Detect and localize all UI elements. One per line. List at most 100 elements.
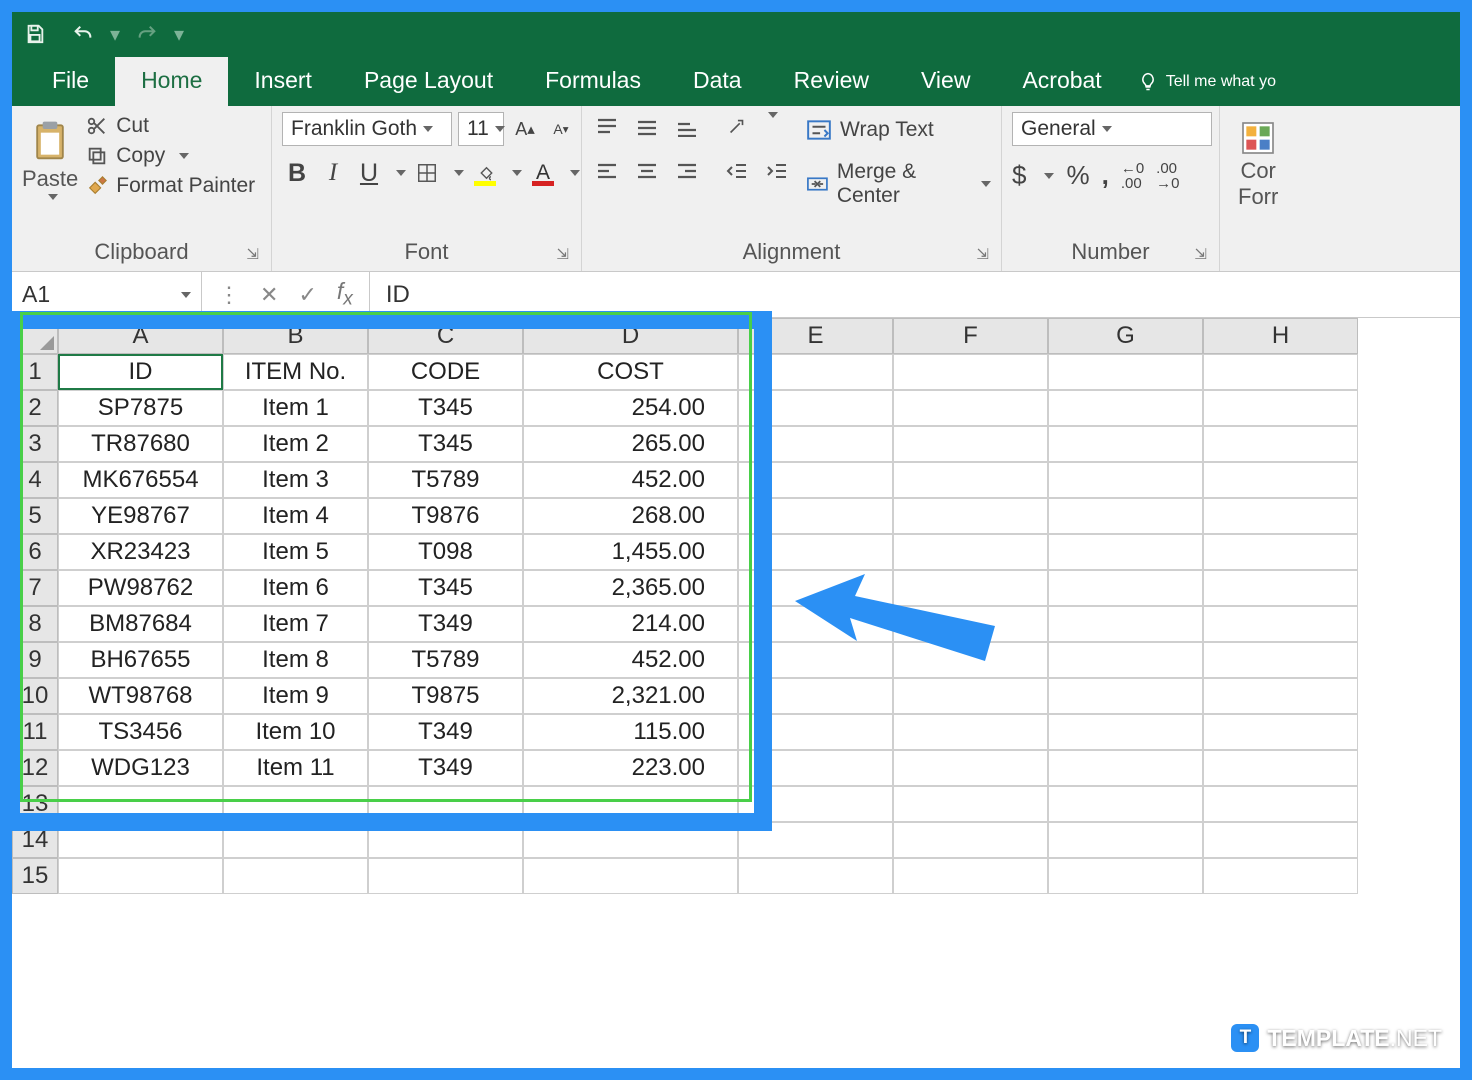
cell-C3[interactable]: T345 [368, 426, 523, 462]
cell-B10[interactable]: Item 9 [223, 678, 368, 714]
cell-H5[interactable] [1203, 498, 1358, 534]
orientation-button[interactable] [722, 112, 752, 142]
cell-H7[interactable] [1203, 570, 1358, 606]
cell-D9[interactable]: 452.00 [523, 642, 738, 678]
cell-H12[interactable] [1203, 750, 1358, 786]
borders-button[interactable] [412, 158, 442, 188]
column-header-F[interactable]: F [893, 318, 1048, 354]
cell-C8[interactable]: T349 [368, 606, 523, 642]
cell-C1[interactable]: CODE [368, 354, 523, 390]
cell-C7[interactable]: T345 [368, 570, 523, 606]
cell-G13[interactable] [1048, 786, 1203, 822]
cancel-formula-icon[interactable]: ✕ [260, 282, 278, 308]
cell-C6[interactable]: T098 [368, 534, 523, 570]
cell-G11[interactable] [1048, 714, 1203, 750]
cell-H4[interactable] [1203, 462, 1358, 498]
row-header-6[interactable]: 6 [12, 534, 58, 570]
cell-A5[interactable]: YE98767 [58, 498, 223, 534]
font-size-dropdown[interactable]: 11 [458, 112, 504, 146]
cell-C10[interactable]: T9875 [368, 678, 523, 714]
align-top-icon[interactable] [592, 112, 622, 142]
cell-B9[interactable]: Item 8 [223, 642, 368, 678]
chevron-down-icon[interactable] [396, 170, 406, 176]
cell-D14[interactable] [523, 822, 738, 858]
cell-D10[interactable]: 2,321.00 [523, 678, 738, 714]
dialog-launcher-icon[interactable]: ⇲ [246, 245, 259, 263]
undo-icon[interactable] [70, 21, 96, 47]
cell-H14[interactable] [1203, 822, 1358, 858]
redo-icon[interactable] [134, 21, 160, 47]
cell-G7[interactable] [1048, 570, 1203, 606]
format-painter-button[interactable]: Format Painter [86, 174, 255, 198]
qat-dropdown[interactable]: ▾ [174, 22, 184, 47]
paste-button[interactable]: Paste [22, 112, 86, 233]
tab-review[interactable]: Review [768, 57, 895, 106]
increase-decimal-button[interactable]: ←0.00 [1121, 161, 1144, 191]
tab-view[interactable]: View [895, 57, 996, 106]
cell-F11[interactable] [893, 714, 1048, 750]
cell-F1[interactable] [893, 354, 1048, 390]
column-header-G[interactable]: G [1048, 318, 1203, 354]
number-format-dropdown[interactable]: General [1012, 112, 1212, 146]
accept-formula-icon[interactable]: ✓ [298, 282, 316, 308]
cell-F3[interactable] [893, 426, 1048, 462]
cell-G14[interactable] [1048, 822, 1203, 858]
tab-data[interactable]: Data [667, 57, 768, 106]
align-middle-icon[interactable] [632, 112, 662, 142]
font-color-button[interactable]: A [528, 158, 558, 188]
cell-H2[interactable] [1203, 390, 1358, 426]
row-header-1[interactable]: 1 [12, 354, 58, 390]
cell-E14[interactable] [738, 822, 893, 858]
cell-C9[interactable]: T5789 [368, 642, 523, 678]
row-header-14[interactable]: 14 [12, 822, 58, 858]
cell-D5[interactable]: 268.00 [523, 498, 738, 534]
cell-G2[interactable] [1048, 390, 1203, 426]
italic-button[interactable]: I [318, 158, 348, 188]
cell-B14[interactable] [223, 822, 368, 858]
bold-button[interactable]: B [282, 158, 312, 188]
column-header-B[interactable]: B [223, 318, 368, 354]
cell-E1[interactable] [738, 354, 893, 390]
cell-E12[interactable] [738, 750, 893, 786]
chevron-down-icon[interactable] [512, 170, 522, 176]
cell-F4[interactable] [893, 462, 1048, 498]
name-box[interactable]: A1 [12, 272, 202, 317]
tab-acrobat[interactable]: Acrobat [996, 57, 1127, 106]
font-name-dropdown[interactable]: Franklin Goth [282, 112, 452, 146]
decrease-indent-icon[interactable] [722, 156, 752, 186]
cell-B13[interactable] [223, 786, 368, 822]
cell-D15[interactable] [523, 858, 738, 894]
row-header-3[interactable]: 3 [12, 426, 58, 462]
decrease-font-icon[interactable]: A▾ [546, 114, 576, 144]
cell-H1[interactable] [1203, 354, 1358, 390]
dialog-launcher-icon[interactable]: ⇲ [976, 245, 989, 263]
cell-C13[interactable] [368, 786, 523, 822]
cell-H9[interactable] [1203, 642, 1358, 678]
dialog-launcher-icon[interactable]: ⇲ [1194, 245, 1207, 263]
cell-F13[interactable] [893, 786, 1048, 822]
cell-D2[interactable]: 254.00 [523, 390, 738, 426]
align-right-icon[interactable] [672, 156, 702, 186]
chevron-down-icon[interactable] [1044, 173, 1054, 179]
cell-F5[interactable] [893, 498, 1048, 534]
row-header-15[interactable]: 15 [12, 858, 58, 894]
cell-E13[interactable] [738, 786, 893, 822]
cell-B1[interactable]: ITEM No. [223, 354, 368, 390]
cell-E10[interactable] [738, 678, 893, 714]
cell-G5[interactable] [1048, 498, 1203, 534]
cell-E15[interactable] [738, 858, 893, 894]
cell-B5[interactable]: Item 4 [223, 498, 368, 534]
row-header-7[interactable]: 7 [12, 570, 58, 606]
column-header-D[interactable]: D [523, 318, 738, 354]
select-all-corner[interactable] [12, 318, 58, 354]
cell-H11[interactable] [1203, 714, 1358, 750]
cell-C4[interactable]: T5789 [368, 462, 523, 498]
cell-D7[interactable]: 2,365.00 [523, 570, 738, 606]
formula-dots-icon[interactable]: ⋮ [218, 282, 240, 308]
cell-A6[interactable]: XR23423 [58, 534, 223, 570]
save-icon[interactable] [22, 21, 48, 47]
cell-B7[interactable]: Item 6 [223, 570, 368, 606]
row-header-13[interactable]: 13 [12, 786, 58, 822]
cell-B15[interactable] [223, 858, 368, 894]
cell-D12[interactable]: 223.00 [523, 750, 738, 786]
